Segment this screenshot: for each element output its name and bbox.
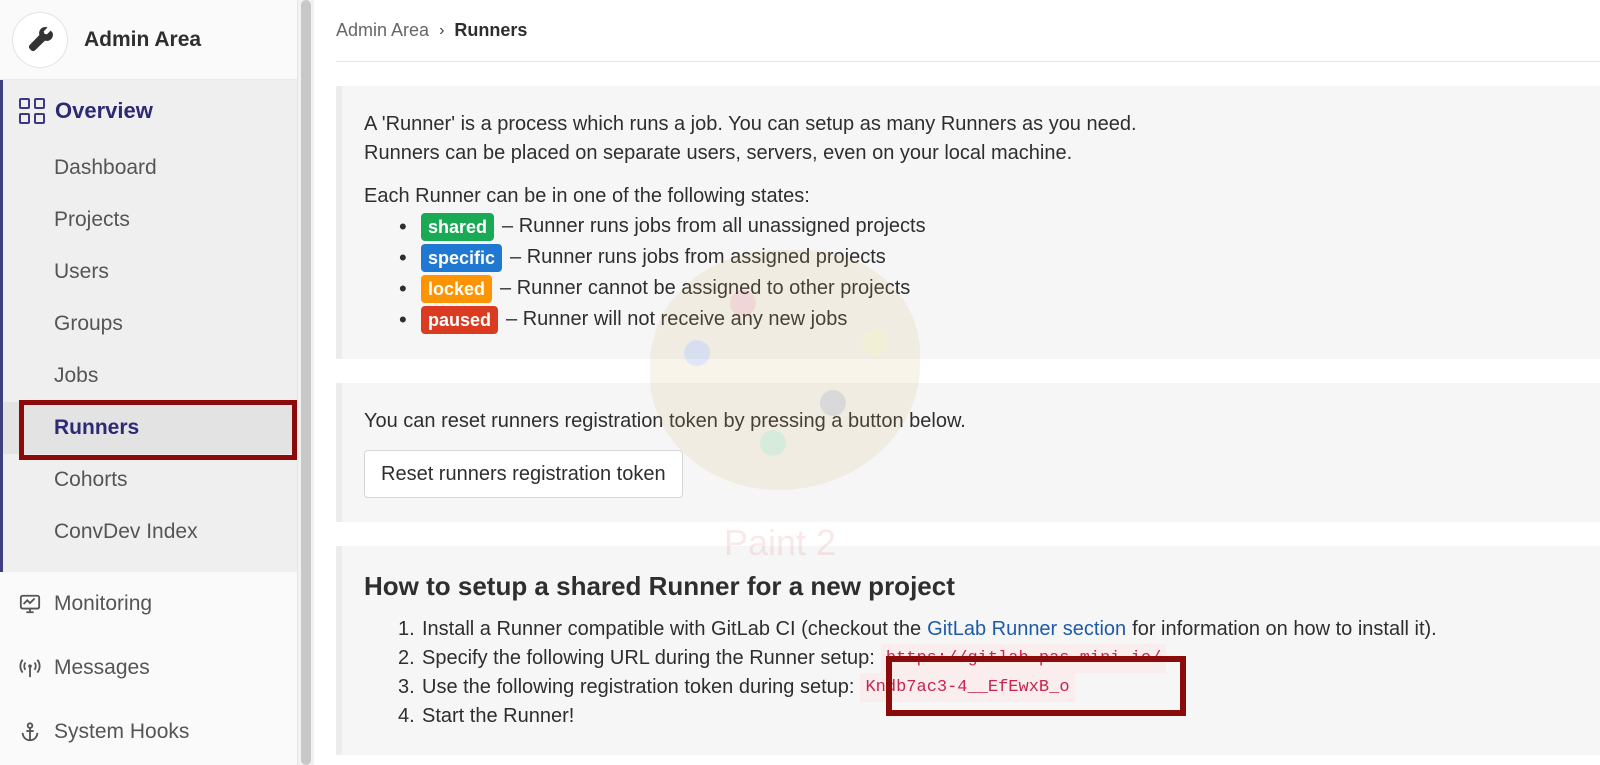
wrench-icon	[12, 11, 68, 68]
scrollbar-thumb[interactable]	[301, 0, 311, 765]
states-list: shared – Runner runs jobs from all unassi…	[364, 211, 1578, 335]
context-title: Admin Area	[84, 27, 202, 51]
state-item: shared – Runner runs jobs from all unassi…	[364, 211, 1578, 242]
step-text: Start the Runner!	[422, 705, 575, 727]
state-badge-specific: specific	[421, 243, 503, 272]
sidebar-item-label: Dashboard	[54, 156, 157, 179]
state-badge-locked: locked	[421, 274, 493, 303]
state-description: – Runner runs jobs from assigned project…	[510, 246, 886, 268]
sidebar-item-runners[interactable]: Runners	[3, 402, 297, 454]
setup-step-4: 4. Start the Runner!	[364, 702, 1578, 731]
sidebar-item-monitoring[interactable]: Monitoring	[0, 572, 297, 636]
sidebar-item-system-hooks[interactable]: System Hooks	[0, 700, 297, 764]
sidebar-item-jobs[interactable]: Jobs	[3, 350, 297, 402]
sidebar-item-label: Monitoring	[54, 592, 153, 615]
coordinator-url[interactable]: https://gitlab.pas-mini.io/	[880, 644, 1167, 673]
sidebar-item-label: ConvDev Index	[54, 520, 198, 543]
setup-title: How to setup a shared Runner for a new p…	[364, 571, 955, 601]
intro-line-2: Runners can be placed on separate users,…	[364, 142, 1073, 164]
reset-token-panel: You can reset runners registration token…	[336, 383, 1600, 522]
state-description: – Runner runs jobs from all unassigned p…	[502, 215, 926, 237]
step-text: Install a Runner compatible with GitLab …	[422, 618, 922, 640]
sidebar-item-messages[interactable]: Messages	[0, 636, 297, 700]
sidebar-item-convdev-index[interactable]: ConvDev Index	[3, 506, 297, 558]
breadcrumb-runners: Runners	[454, 20, 528, 40]
setup-step-1: 1. Install a Runner compatible with GitLa…	[364, 615, 1578, 644]
monitor-icon	[18, 592, 42, 616]
sidebar: Admin Area Overview Dashboard Projects U…	[0, 0, 298, 765]
broadcast-icon	[18, 656, 42, 680]
state-description: – Runner will not receive any new jobs	[506, 308, 848, 330]
anchor-icon	[18, 720, 42, 744]
sidebar-item-label: Messages	[54, 656, 150, 679]
reset-description: You can reset runners registration token…	[364, 410, 966, 432]
breadcrumb: Admin Area › Runners	[336, 0, 1600, 62]
sidebar-item-dashboard[interactable]: Dashboard	[3, 142, 297, 194]
sidebar-item-overview[interactable]: Overview	[3, 80, 297, 142]
setup-panel: How to setup a shared Runner for a new p…	[336, 546, 1600, 755]
state-description: – Runner cannot be assigned to other pro…	[500, 277, 911, 299]
registration-token[interactable]: Kndb7ac3-4__EfEwxB_o	[860, 673, 1075, 702]
reset-token-button[interactable]: Reset runners registration token	[364, 450, 683, 498]
states-heading: Each Runner can be in one of the followi…	[364, 185, 810, 207]
state-badge-paused: paused	[421, 305, 499, 334]
setup-step-2: 2. Specify the following URL during the R…	[364, 644, 1578, 673]
overview-section: Overview Dashboard Projects Users Groups…	[0, 80, 297, 572]
state-badge-shared: shared	[421, 212, 495, 241]
sidebar-item-label: Groups	[54, 312, 123, 335]
sidebar-item-label: Jobs	[54, 364, 99, 387]
gitlab-runner-section-link[interactable]: GitLab Runner section	[927, 615, 1126, 644]
context-header[interactable]: Admin Area	[0, 0, 297, 80]
sidebar-item-label: Projects	[54, 208, 130, 231]
step-text: for information on how to install it).	[1132, 618, 1437, 640]
sidebar-item-label: System Hooks	[54, 720, 190, 743]
sidebar-item-label: Runners	[54, 416, 140, 439]
chevron-right-icon: ›	[439, 21, 445, 39]
sidebar-item-label: Cohorts	[54, 468, 128, 491]
breadcrumb-admin-area[interactable]: Admin Area	[336, 20, 429, 41]
sidebar-item-groups[interactable]: Groups	[3, 298, 297, 350]
step-text: Specify the following URL during the Run…	[422, 647, 875, 669]
sidebar-item-cohorts[interactable]: Cohorts	[3, 454, 297, 506]
sidebar-scrollbar[interactable]	[298, 0, 314, 765]
sidebar-item-label: Overview	[55, 98, 153, 123]
step-text: Use the following registration token dur…	[422, 676, 855, 698]
state-item: specific – Runner runs jobs from assigned…	[364, 242, 1578, 273]
main-content: Admin Area › Runners A 'Runner' is a pro…	[336, 0, 1600, 765]
state-item: locked – Runner cannot be assigned to oth…	[364, 273, 1578, 304]
sidebar-item-projects[interactable]: Projects	[3, 194, 297, 246]
sidebar-item-users[interactable]: Users	[3, 246, 297, 298]
intro-line-1: A 'Runner' is a process which runs a job…	[364, 113, 1137, 135]
setup-steps: 1. Install a Runner compatible with GitLa…	[364, 615, 1578, 731]
grid-icon	[19, 98, 45, 124]
runner-info-panel: A 'Runner' is a process which runs a job…	[336, 86, 1600, 359]
state-item: paused – Runner will not receive any new …	[364, 304, 1578, 335]
sidebar-item-label: Users	[54, 260, 109, 283]
setup-step-3: 3. Use the following registration token d…	[364, 673, 1578, 702]
